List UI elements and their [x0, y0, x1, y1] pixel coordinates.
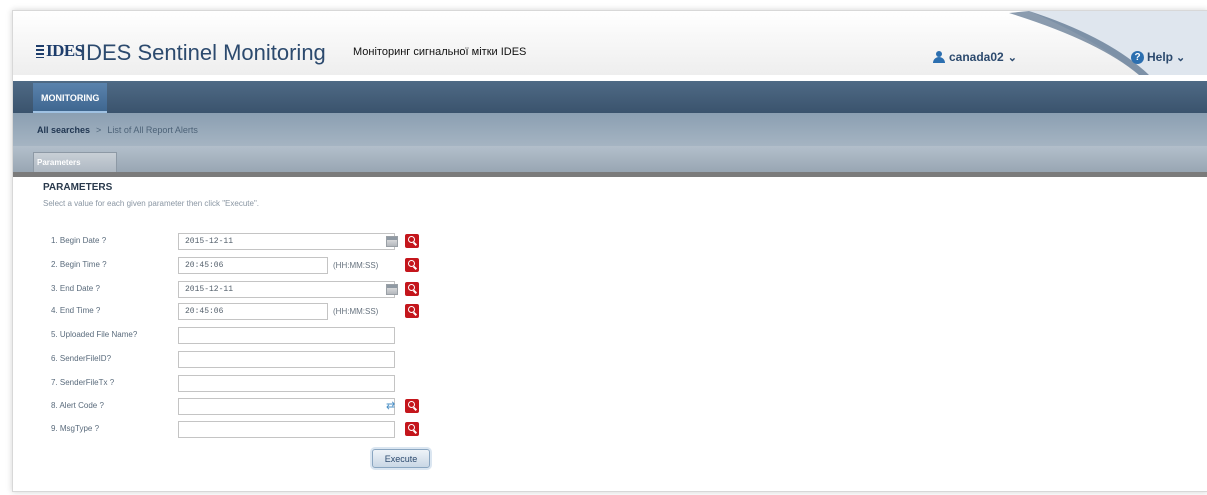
help-label: Help [1147, 50, 1174, 64]
search-icon[interactable] [405, 282, 419, 296]
user-icon [933, 51, 945, 63]
breadcrumb-all-searches[interactable]: All searches [37, 125, 90, 135]
uploaded-file-name-label: 5. Uploaded File Name? [51, 330, 138, 339]
list-icon[interactable]: ⇄ [386, 400, 400, 413]
begin-date-input[interactable] [178, 233, 395, 250]
chevron-down-icon: ⌄ [1176, 51, 1186, 64]
param-row-alert-code: 8. Alert Code ? ⇄ [13, 398, 1207, 416]
tab-monitoring[interactable]: MONITORING [33, 83, 108, 113]
end-time-label: 4. End Time ? [51, 306, 101, 315]
alert-code-input[interactable] [178, 398, 395, 415]
main-nav: MONITORING [13, 81, 1207, 113]
user-menu[interactable]: canada02 ⌄ [933, 50, 1017, 64]
uploaded-file-name-input[interactable] [178, 327, 395, 344]
sender-file-id-label: 6. SenderFileID? [51, 354, 112, 363]
ides-logo: IDES [36, 41, 84, 61]
param-row-begin-time: 2. Begin Time ? (HH:MM:SS) [13, 257, 1207, 275]
calendar-icon[interactable] [386, 236, 398, 247]
header: IDES IDES Sentinel Monitoring Моніторинг… [13, 11, 1207, 75]
begin-time-input[interactable] [178, 257, 328, 274]
search-icon[interactable] [405, 258, 419, 272]
sender-file-id-input[interactable] [178, 351, 395, 368]
search-icon[interactable] [405, 422, 419, 436]
help-menu[interactable]: ? Help ⌄ [1131, 50, 1185, 64]
search-icon[interactable] [405, 234, 419, 248]
begin-date-label: 1. Begin Date ? [51, 236, 107, 245]
param-row-sender-file-tx: 7. SenderFileTx ? [13, 375, 1207, 393]
msg-type-label: 9. MsgType ? [51, 424, 100, 433]
breadcrumb: All searches > List of All Report Alerts [37, 125, 198, 135]
param-row-end-time: 4. End Time ? (HH:MM:SS) [13, 303, 1207, 321]
end-date-input[interactable] [178, 281, 395, 298]
app-title: IDES Sentinel Monitoring [80, 40, 326, 65]
app-window: IDES IDES Sentinel Monitoring Моніторинг… [12, 10, 1207, 492]
chevron-down-icon: ⌄ [1007, 51, 1017, 64]
header-swoosh [1009, 11, 1207, 75]
tab-strip: Parameters [13, 146, 1207, 177]
sender-file-tx-input[interactable] [178, 375, 395, 392]
param-row-uploaded-file-name: 5. Uploaded File Name? [13, 327, 1207, 345]
param-row-end-date: 3. End Date ? [13, 281, 1207, 299]
calendar-icon[interactable] [386, 284, 398, 295]
param-row-msg-type: 9. MsgType ? [13, 421, 1207, 439]
time-format-hint: (HH:MM:SS) [333, 261, 379, 270]
search-icon[interactable] [405, 304, 419, 318]
breadcrumb-separator: > [96, 125, 102, 135]
section-title: PARAMETERS [43, 182, 113, 193]
param-row-sender-file-id: 6. SenderFileID? [13, 351, 1207, 369]
sender-file-tx-label: 7. SenderFileTx ? [51, 378, 115, 387]
title-translation: Моніторинг сигнальної мітки IDES [353, 46, 527, 58]
end-date-label: 3. End Date ? [51, 284, 100, 293]
logo-text: IDES [46, 41, 84, 60]
alert-code-label: 8. Alert Code ? [51, 401, 104, 410]
breadcrumb-current: List of All Report Alerts [107, 125, 198, 135]
execute-button[interactable]: Execute [372, 449, 430, 468]
begin-time-label: 2. Begin Time ? [51, 260, 107, 269]
user-name: canada02 [949, 50, 1004, 64]
param-row-begin-date: 1. Begin Date ? [13, 233, 1207, 251]
end-time-input[interactable] [178, 303, 328, 320]
breadcrumb-bar: All searches > List of All Report Alerts [13, 113, 1207, 146]
help-icon: ? [1131, 50, 1144, 64]
tab-parameters[interactable]: Parameters [33, 152, 117, 172]
search-icon[interactable] [405, 399, 419, 413]
msg-type-input[interactable] [178, 421, 395, 438]
logo-bars-icon [36, 44, 44, 58]
time-format-hint: (HH:MM:SS) [333, 307, 379, 316]
section-description: Select a value for each given parameter … [43, 199, 260, 208]
